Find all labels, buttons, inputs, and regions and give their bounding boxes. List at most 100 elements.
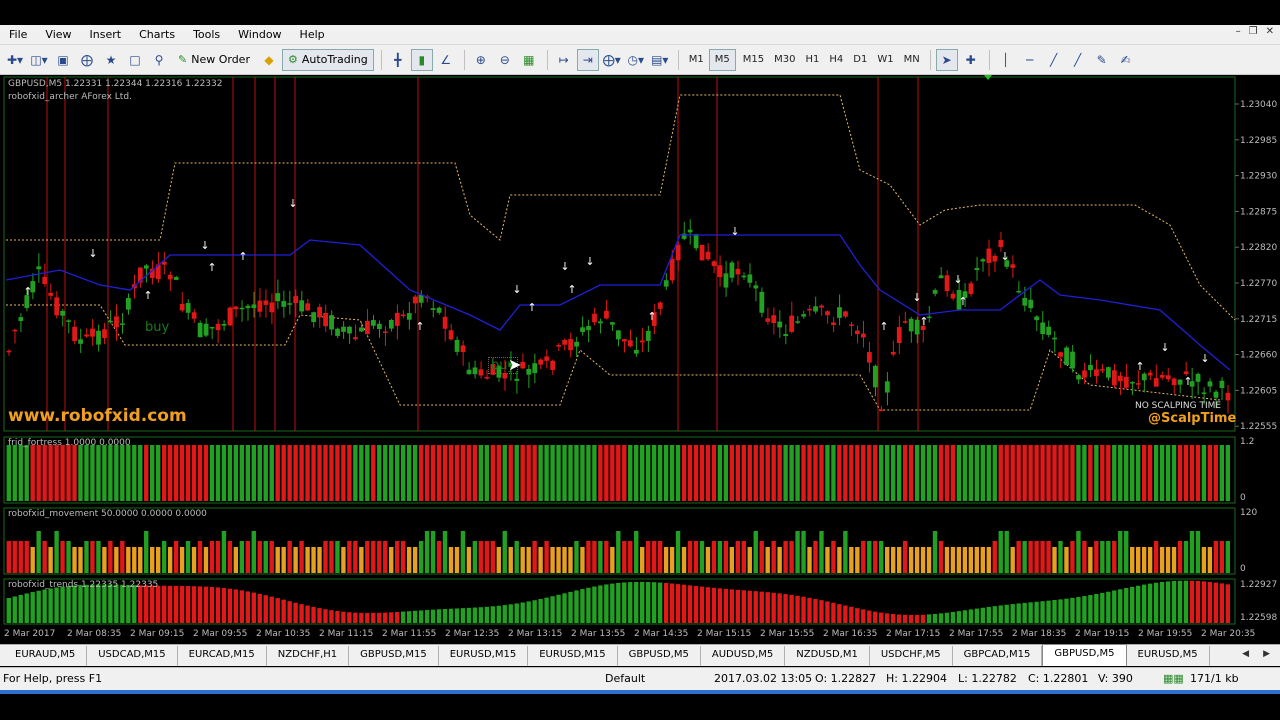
chart-tab[interactable]: NZDUSD,M1: [785, 646, 870, 666]
chart-tab[interactable]: GBPCAD,M15: [953, 646, 1043, 666]
zoom-in-icon[interactable]: ⊕: [470, 49, 492, 71]
strategy-tester-icon[interactable]: ⚲: [148, 49, 170, 71]
close-icon[interactable]: ✕: [1266, 26, 1274, 37]
equidistant-channel-icon[interactable]: ╱: [1067, 49, 1089, 71]
chart-tab[interactable]: EURUSD,M15: [528, 646, 618, 666]
candle-body: [1177, 379, 1183, 385]
chart-tab[interactable]: USDCHF,M5: [870, 646, 953, 666]
trends-bar: [986, 606, 991, 623]
autoscroll-icon[interactable]: ⇥: [576, 48, 599, 71]
autotrading-button[interactable]: ⚙ AutoTrading: [281, 48, 374, 71]
fortress-bar: [723, 445, 729, 501]
text-tool-icon[interactable]: ✍: [1115, 49, 1137, 71]
candle-body: [735, 268, 741, 275]
line-chart-icon[interactable]: ∠: [435, 49, 457, 71]
menu-file[interactable]: File: [0, 25, 36, 45]
chart-tab[interactable]: EURUSD,M15: [439, 646, 529, 666]
fortress-bar: [1124, 445, 1129, 501]
time-tick: 2 Mar 19:55: [1138, 629, 1192, 639]
candle-body: [669, 258, 675, 281]
indicators-icon[interactable]: ⨁▾: [601, 49, 623, 71]
tile-windows-icon[interactable]: ▦: [518, 49, 540, 71]
crosshair-icon[interactable]: ✚: [960, 49, 982, 71]
candle-body: [753, 285, 759, 289]
timeframe-m5[interactable]: M5: [708, 48, 736, 71]
tab-scroll-right-icon[interactable]: ▶: [1263, 649, 1270, 659]
market-watch-icon[interactable]: ▣: [52, 49, 74, 71]
fortress-bar: [735, 445, 740, 501]
fortress-bar: [717, 445, 723, 501]
menu-help[interactable]: Help: [291, 25, 334, 45]
fortress-bar: [550, 445, 555, 501]
tab-scroll-left-icon[interactable]: ◀: [1242, 649, 1249, 659]
menu-insert[interactable]: Insert: [81, 25, 131, 45]
bar-chart-icon[interactable]: ╋: [387, 49, 409, 71]
timeframe-d1[interactable]: D1: [848, 54, 872, 65]
periods-icon[interactable]: ◷▾: [625, 49, 647, 71]
trends-bar: [197, 586, 203, 623]
movement-bar: [191, 547, 197, 573]
trends-bar: [245, 591, 250, 623]
movement-bar: [245, 541, 250, 573]
menu-view[interactable]: View: [36, 25, 80, 45]
chart-tab[interactable]: USDCAD,M15: [87, 646, 178, 666]
movement-bar: [807, 547, 812, 573]
chart-area[interactable]: ↑ ↓ ↑ ↓ ↑ ↑ ↓ ↑ ↓ ↑ ↓ ↑ ↓ ↑ ↓ ↑ ↓ ↑ ↓ ↑ ↓ ↑ ↓ ↑ ↓ 1.23040 1.22985…: [0, 75, 1280, 643]
terminal-icon[interactable]: □: [124, 49, 146, 71]
timeframe-m15[interactable]: M15: [738, 54, 769, 65]
timeframe-mn[interactable]: MN: [899, 54, 925, 65]
chart-tab[interactable]: NZDCHF,H1: [267, 646, 350, 666]
arrow-up-icon: ↑: [23, 285, 32, 298]
cursor-icon[interactable]: ➤: [935, 48, 958, 71]
chart-tabs-bar: EURAUD,M5 USDCAD,M15 EURCAD,M15 NZDCHF,H…: [0, 644, 1280, 666]
chart-shift-icon[interactable]: ↦: [553, 49, 575, 71]
data-window-icon[interactable]: ⨁: [76, 49, 98, 71]
chart-tab[interactable]: EURAUD,M5: [4, 646, 88, 666]
candle-body: [1016, 290, 1022, 293]
trends-bar: [580, 589, 585, 623]
chart-tab[interactable]: GBPUSD,M15: [349, 646, 439, 666]
toolbar-separator: [463, 49, 465, 70]
vertical-line-icon[interactable]: │: [995, 49, 1017, 71]
candle-body: [627, 340, 633, 347]
chart-tab[interactable]: EURCAD,M15: [178, 646, 267, 666]
new-order-button[interactable]: ✎ New Order: [172, 49, 256, 71]
chart-tab[interactable]: AUDUSD,M5: [701, 646, 786, 666]
navigator-icon[interactable]: ★: [100, 49, 122, 71]
movement-bar: [711, 541, 717, 573]
menu-window[interactable]: Window: [229, 25, 290, 45]
timeframe-w1[interactable]: W1: [872, 54, 898, 65]
profiles-icon[interactable]: ◫▾: [28, 49, 50, 71]
candle-body: [705, 251, 711, 260]
candle-body: [245, 305, 251, 309]
fortress-bar: [657, 445, 663, 501]
arrow-down-icon: ↓: [730, 225, 739, 238]
horizontal-line-icon[interactable]: ─: [1019, 49, 1041, 71]
fortress-bar: [526, 445, 531, 501]
candlestick-icon[interactable]: ▮: [410, 48, 433, 71]
new-chart-icon[interactable]: ✚▾: [4, 49, 26, 71]
timeframe-h1[interactable]: H1: [800, 54, 824, 65]
restore-icon[interactable]: ❐: [1249, 26, 1258, 37]
trendline-icon[interactable]: ╱: [1043, 49, 1065, 71]
templates-icon[interactable]: ▤▾: [649, 49, 671, 71]
timeframe-h4[interactable]: H4: [824, 54, 848, 65]
trends-bar: [233, 589, 239, 623]
fortress-bar: [968, 445, 974, 501]
movement-bar: [490, 541, 495, 573]
metaeditor-icon[interactable]: ◆: [258, 49, 280, 71]
candle-body: [1207, 381, 1213, 387]
zoom-out-icon[interactable]: ⊖: [494, 49, 516, 71]
chart-tab-active[interactable]: GBPUSD,M5: [1042, 644, 1127, 666]
menu-charts[interactable]: Charts: [130, 25, 184, 45]
fortress-bar: [855, 445, 860, 501]
minimize-icon[interactable]: –: [1236, 26, 1241, 37]
fibonacci-icon[interactable]: ✎: [1091, 49, 1113, 71]
menu-tools[interactable]: Tools: [184, 25, 229, 45]
timeframe-m1[interactable]: M1: [684, 54, 709, 65]
chart-tab[interactable]: EURUSD,M5: [1127, 646, 1210, 666]
chart-canvas[interactable]: ↑ ↓ ↑ ↓ ↑ ↑ ↓ ↑ ↓ ↑ ↓ ↑ ↓ ↑ ↓ ↑ ↓ ↑ ↓ ↑ ↓ ↑ ↓ ↑ ↓ 1.23040 1.22985…: [0, 75, 1280, 643]
fortress-bar: [269, 445, 274, 501]
timeframe-m30[interactable]: M30: [769, 54, 800, 65]
chart-tab[interactable]: GBPUSD,M5: [618, 646, 701, 666]
